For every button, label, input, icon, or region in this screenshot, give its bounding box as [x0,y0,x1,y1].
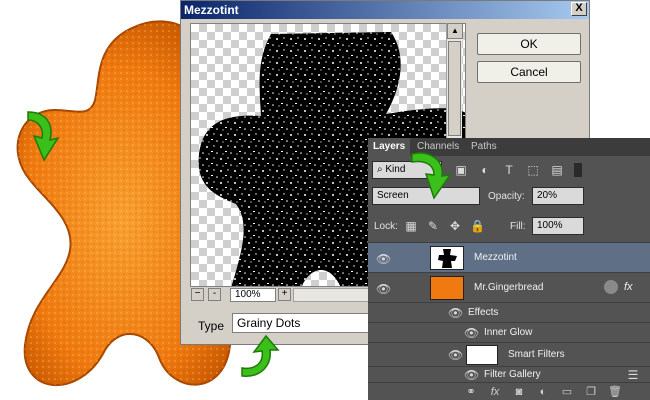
dialog-titlebar[interactable]: Mezzotint [181,1,589,19]
layer-row-mezzotint[interactable]: 👁 Mezzotint [368,242,650,272]
layer-name: Inner Glow [484,327,533,338]
tab-paths[interactable]: Paths [466,138,502,156]
opacity-field[interactable]: 20% [532,187,584,205]
green-arrow-icon [27,111,60,162]
layer-name: Mr.Gingerbread [474,282,544,293]
filter-kind-label: Kind [385,164,406,175]
new-group-folder-icon[interactable]: ▭ [560,385,574,399]
layers-bottom-toolbar: ⚭ fx ◙ ◐ ▭ ❐ 🗑 [368,382,650,400]
lock-pixels-brush-icon[interactable]: ✎ [426,219,440,233]
visibility-eye-icon[interactable]: 👁 [448,306,463,320]
layer-thumbnail [430,276,464,300]
scroll-thumb[interactable] [448,41,461,136]
layer-row-effects[interactable]: 👁 Effects [368,302,650,322]
shape-filter-icon[interactable]: ⬚ [526,163,540,177]
lock-label: Lock: [374,221,398,232]
visibility-eye-icon[interactable]: 👁 [376,282,391,296]
smart-filter-badge-icon [604,280,618,294]
fx-badge: fx [624,281,633,293]
new-layer-icon[interactable]: ❐ [584,385,598,399]
layer-thumbnail [430,246,464,270]
adjustment-layer-icon[interactable]: ◐ [536,385,550,399]
layer-row-mr-gingerbread[interactable]: 👁 Mr.Gingerbread fx [368,272,650,302]
ok-button[interactable]: OK [477,33,581,55]
visibility-eye-icon[interactable]: 👁 [376,252,391,266]
visibility-eye-icon[interactable]: 👁 [464,326,479,340]
layer-name: Filter Gallery [484,369,541,380]
fill-field[interactable]: 100% [532,217,584,235]
visibility-eye-icon[interactable]: 👁 [448,348,463,362]
green-arrow-icon [411,152,452,200]
visibility-eye-icon[interactable]: 👁 [464,368,479,382]
smart-object-filter-icon[interactable]: ▤ [550,163,564,177]
type-filter-icon[interactable]: T [502,163,516,177]
layer-name: Smart Filters [508,349,565,360]
layer-name: Effects [468,307,499,318]
add-style-fx-button[interactable]: fx [488,385,502,399]
zoom-level: 100% [230,288,276,302]
smart-filter-mask-thumbnail [466,345,498,365]
adjustment-filter-icon[interactable]: ◐ [478,163,492,177]
tab-layers[interactable]: Layers [368,138,411,156]
layer-row-inner-glow[interactable]: 👁 Inner Glow [368,322,650,342]
close-button[interactable]: X [571,2,587,16]
zoom-out-button[interactable]: - [208,288,221,301]
scroll-up-arrow-icon[interactable]: ▲ [447,23,463,39]
filter-toggle-icon[interactable] [574,163,582,177]
layer-name: Mezzotint [474,252,517,263]
cancel-button[interactable]: Cancel [477,61,581,83]
layer-row-filter-gallery[interactable]: 👁 Filter Gallery ☰ [368,366,650,382]
pixel-filter-icon[interactable]: ▣ [454,163,468,177]
link-layers-icon[interactable]: ⚭ [464,385,478,399]
layer-row-smart-filters[interactable]: 👁 Smart Filters [368,342,650,366]
lock-transparent-icon[interactable]: ▦ [404,219,418,233]
lock-position-move-icon[interactable]: ✥ [448,219,462,233]
green-arrow-icon [241,334,280,377]
zoom-in-button[interactable]: + [278,288,291,301]
fill-label: Fill: [510,221,526,232]
add-mask-icon[interactable]: ◙ [512,385,526,399]
type-label: Type [198,319,225,333]
delete-layer-trash-icon[interactable]: 🗑 [608,385,622,399]
zoom-minus-icon-button[interactable]: − [191,288,204,301]
lock-row: Lock: ▦ ✎ ✥ 🔒 Fill: 100% [368,216,650,238]
opacity-label: Opacity: [488,191,525,202]
filter-options-icon[interactable]: ☰ [626,368,640,382]
lock-all-icon[interactable]: 🔒 [470,219,485,233]
